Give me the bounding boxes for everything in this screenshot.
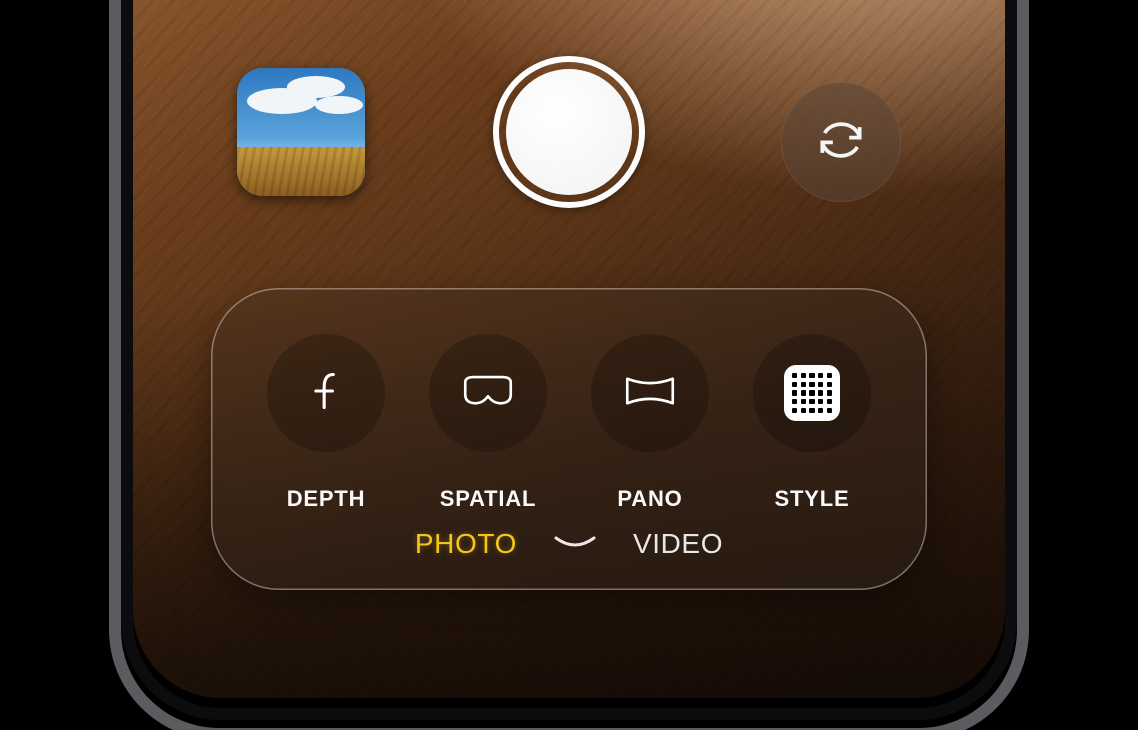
option-label: DEPTH bbox=[287, 486, 366, 512]
aperture-f-icon bbox=[298, 369, 354, 418]
flip-camera-button[interactable] bbox=[781, 82, 901, 202]
capture-options-panel: DEPTH SPATIAL bbox=[211, 288, 927, 590]
mode-photo[interactable]: PHOTO bbox=[415, 528, 517, 560]
option-spatial[interactable]: SPATIAL bbox=[423, 334, 553, 512]
goggles-icon bbox=[460, 369, 516, 418]
option-label: SPATIAL bbox=[440, 486, 536, 512]
option-label: STYLE bbox=[775, 486, 850, 512]
option-style[interactable]: STYLE bbox=[747, 334, 877, 512]
shutter-button[interactable] bbox=[493, 56, 645, 208]
flip-camera-icon bbox=[813, 112, 869, 173]
mode-video[interactable]: VIDEO bbox=[633, 528, 723, 560]
style-grid-icon bbox=[784, 365, 840, 421]
camera-app-screenshot: DEPTH SPATIAL bbox=[0, 0, 1138, 730]
option-label: PANO bbox=[617, 486, 682, 512]
panorama-icon bbox=[622, 369, 678, 418]
phone-screen: DEPTH SPATIAL bbox=[133, 0, 1005, 698]
option-depth[interactable]: DEPTH bbox=[261, 334, 391, 512]
mode-separator-icon bbox=[553, 532, 597, 557]
last-photo-thumbnail[interactable] bbox=[237, 68, 365, 196]
option-pano[interactable]: PANO bbox=[585, 334, 715, 512]
capture-mode-row: PHOTO VIDEO bbox=[211, 528, 927, 560]
